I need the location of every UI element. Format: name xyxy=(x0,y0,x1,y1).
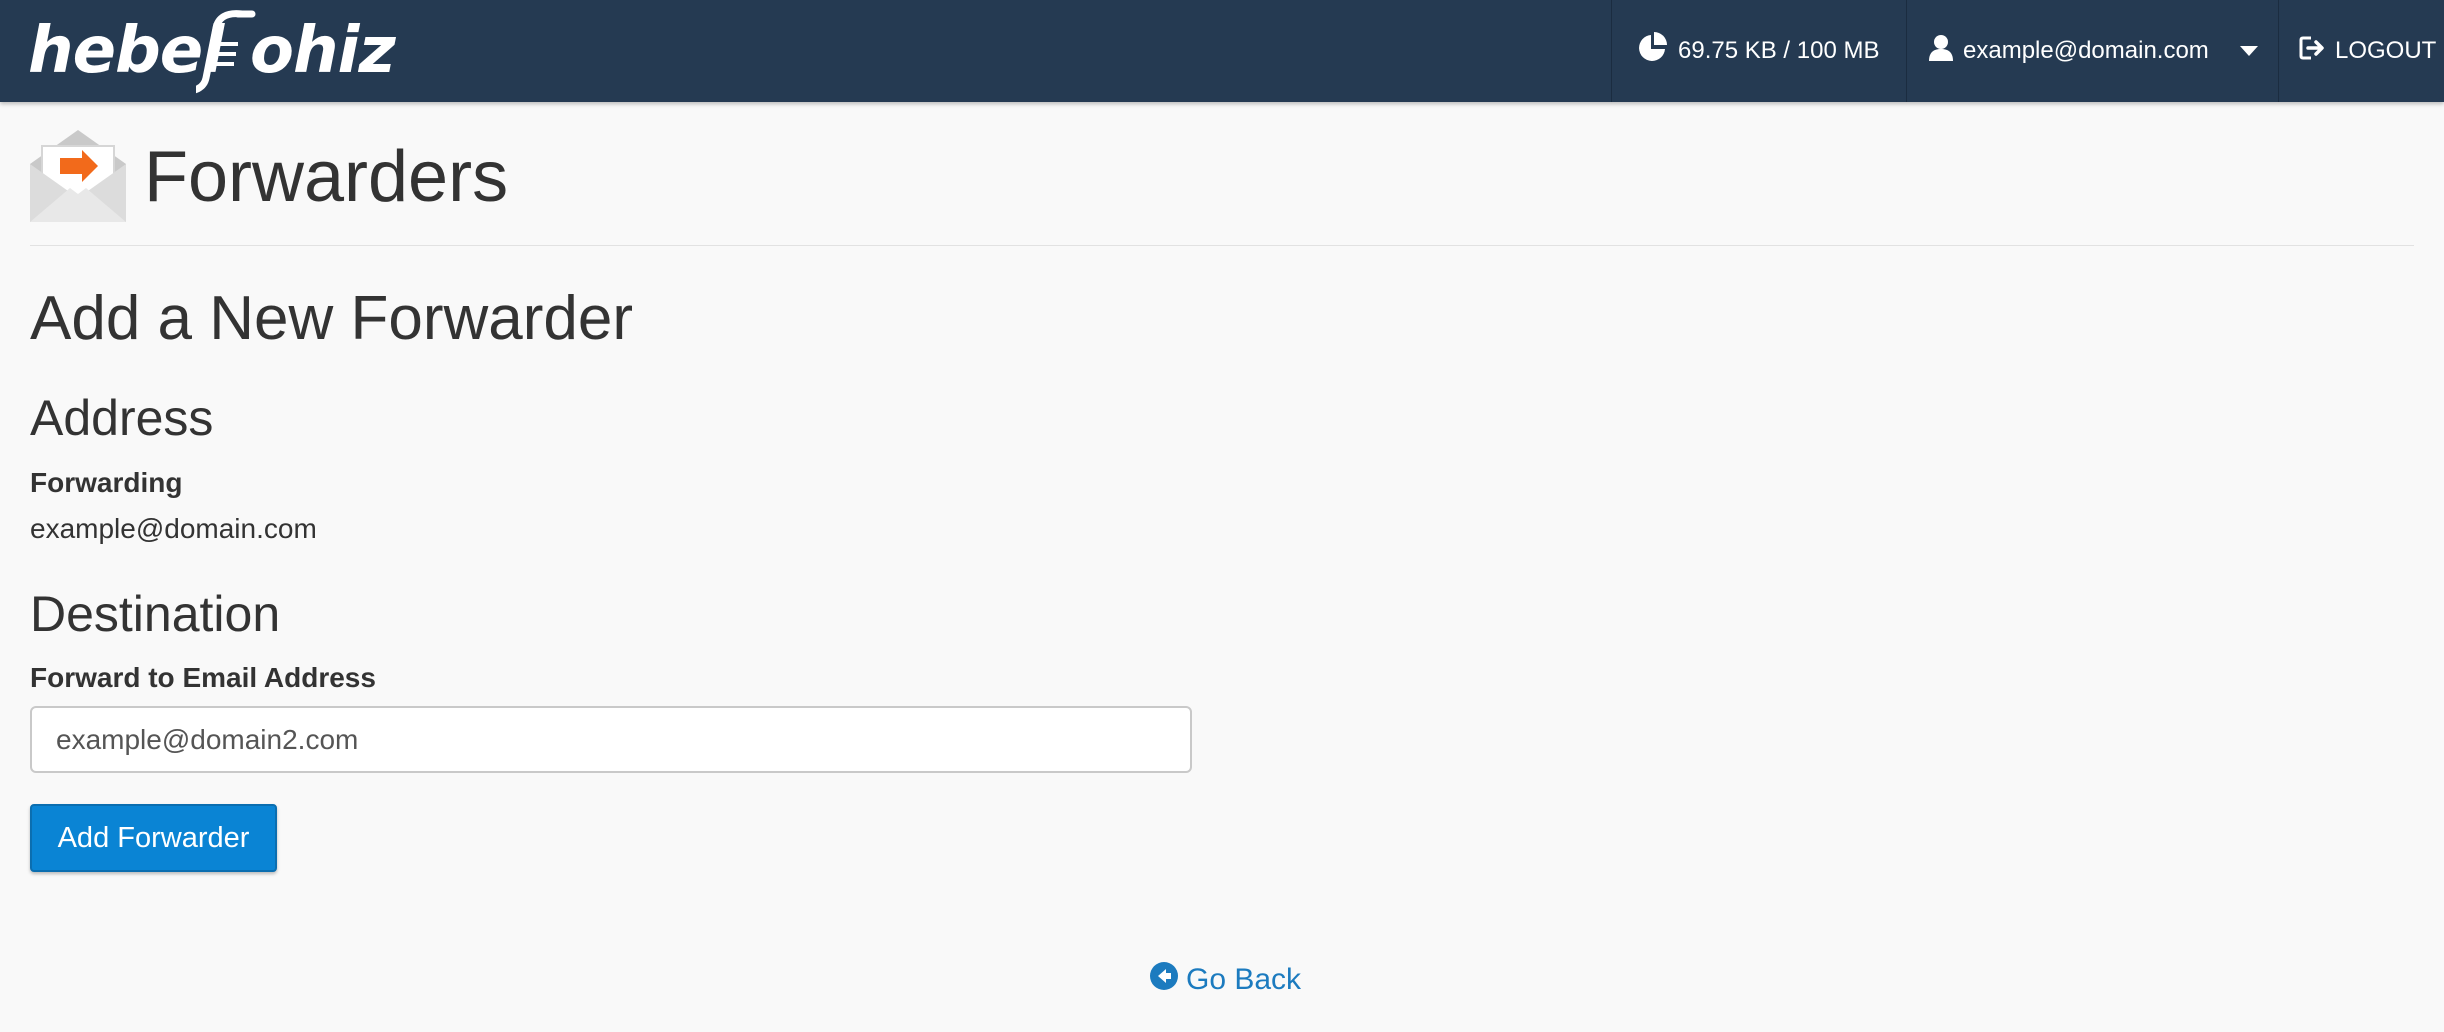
logout-button[interactable]: LOGOUT xyxy=(2278,0,2444,102)
page-title: Forwarders xyxy=(144,137,509,217)
disk-usage-text: 69.75 KB / 100 MB xyxy=(1678,37,1880,64)
sign-out-icon xyxy=(2299,35,2325,68)
address-section-heading: Address xyxy=(30,390,214,446)
add-forwarder-button[interactable]: Add Forwarder xyxy=(30,804,277,872)
page-header: Forwarders xyxy=(30,128,2414,246)
destination-section-heading: Destination xyxy=(30,586,281,642)
chevron-down-icon xyxy=(2240,46,2258,56)
disk-usage-indicator[interactable]: 69.75 KB / 100 MB xyxy=(1611,0,1906,102)
logout-label: LOGOUT xyxy=(2335,37,2437,64)
arrow-circle-left-icon xyxy=(1150,962,1178,998)
logo-text-left: hebel xyxy=(28,14,224,88)
pie-chart-icon xyxy=(1636,31,1668,71)
go-back-label: Go Back xyxy=(1186,963,1302,996)
top-navigation-bar: hebel ohiz 69.75 KB / 100 MB example@dom… xyxy=(0,0,2444,102)
user-menu-dropdown[interactable]: example@domain.com xyxy=(1906,0,2278,102)
form-heading: Add a New Forwarder xyxy=(30,284,634,353)
user-email-text: example@domain.com xyxy=(1963,37,2209,64)
forwarding-label: Forwarding xyxy=(30,467,183,498)
brand-logo[interactable]: hebel ohiz xyxy=(28,8,408,98)
go-back-link[interactable]: Go Back xyxy=(1150,958,1301,1002)
forward-to-email-label: Forward to Email Address xyxy=(30,662,376,693)
user-icon xyxy=(1929,34,1953,69)
email-forward-icon xyxy=(30,128,126,229)
forwarding-value: example@domain.com xyxy=(30,513,317,544)
forward-to-email-input[interactable] xyxy=(30,706,1192,773)
logo-text-right: ohiz xyxy=(250,14,396,88)
